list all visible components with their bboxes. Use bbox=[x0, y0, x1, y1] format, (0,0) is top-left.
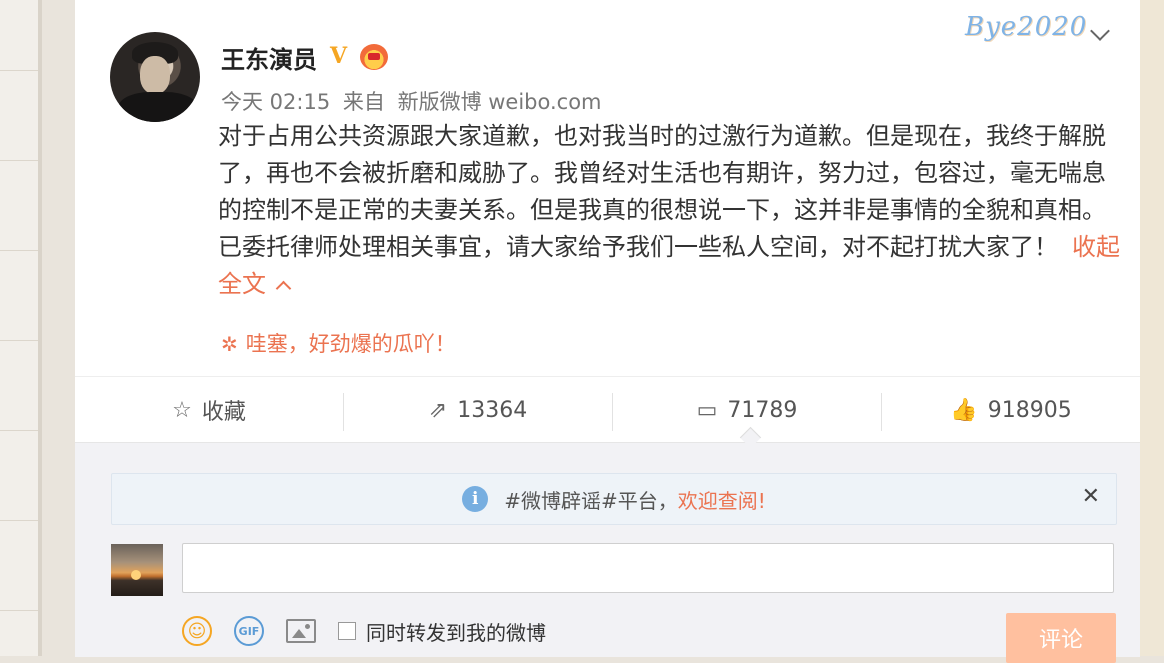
left-margin-strip bbox=[0, 0, 40, 656]
favorite-button[interactable]: ☆ 收藏 bbox=[75, 377, 343, 443]
notice-text: #微博辟谣#平台， bbox=[504, 488, 678, 513]
like-count: 918905 bbox=[987, 397, 1072, 423]
promo-line[interactable]: ✲ 哇塞，好劲爆的瓜吖！ bbox=[221, 328, 456, 358]
post-body: 对于占用公共资源跟大家道歉，也对我当时的过激行为道歉。但是现在，我终于解脱了，再… bbox=[218, 118, 1123, 303]
emoji-icon[interactable]: ☺ bbox=[182, 616, 212, 646]
post-meta: 今天 02:15 来自 新版微博 weibo.com bbox=[221, 86, 608, 116]
favorite-label: 收藏 bbox=[201, 400, 246, 425]
repost-icon: ⇗ bbox=[428, 397, 448, 423]
right-margin-strip bbox=[1140, 0, 1164, 656]
comment-icon: ▭ bbox=[696, 397, 718, 423]
repost-checkbox[interactable] bbox=[338, 622, 356, 640]
close-icon[interactable]: ✕ bbox=[1082, 484, 1100, 509]
rumor-notice-banner: i #微博辟谣#平台， 欢迎查阅! ✕ bbox=[111, 473, 1117, 525]
comment-count: 71789 bbox=[727, 397, 798, 423]
weibo-post-card: 王东演员 V 今天 02:15 来自 新版微博 weibo.com Bye202… bbox=[75, 0, 1140, 663]
current-user-avatar bbox=[111, 544, 163, 596]
thumb-up-icon: 👍 bbox=[950, 397, 978, 423]
source-prefix: 来自 bbox=[342, 90, 385, 114]
like-button[interactable]: 👍 918905 bbox=[882, 377, 1140, 443]
post-source[interactable]: 新版微博 weibo.com bbox=[398, 90, 602, 114]
post-text: 对于占用公共资源跟大家道歉，也对我当时的过激行为道歉。但是现在，我终于解脱了，再… bbox=[218, 122, 1106, 261]
gif-icon[interactable]: GIF bbox=[234, 616, 264, 646]
comment-area: i #微博辟谣#平台， 欢迎查阅! ✕ ☺ GIF 同时转发到我的微博 评论 bbox=[75, 442, 1140, 663]
comment-tools: ☺ GIF 同时转发到我的微博 bbox=[182, 613, 546, 649]
verified-icon: V bbox=[330, 43, 348, 69]
star-icon: ☆ bbox=[172, 397, 192, 423]
chevron-down-icon[interactable] bbox=[1090, 21, 1110, 41]
author-avatar[interactable] bbox=[110, 32, 200, 122]
author-name[interactable]: 王东演员 bbox=[221, 40, 317, 75]
promo-text[interactable]: 哇塞，好劲爆的瓜吖！ bbox=[246, 332, 456, 356]
left-strip-edge bbox=[38, 0, 42, 656]
notice-link[interactable]: 欢迎查阅! bbox=[678, 485, 766, 514]
repost-count: 13364 bbox=[457, 397, 528, 423]
sparkle-icon: ✲ bbox=[221, 332, 238, 356]
action-bar: ☆ 收藏 ⇗ 13364 ▭ 71789 👍 918905 bbox=[75, 376, 1140, 443]
post-time[interactable]: 今天 02:15 bbox=[221, 90, 330, 114]
image-icon[interactable] bbox=[286, 619, 316, 643]
repost-option-label[interactable]: 同时转发到我的微博 bbox=[366, 617, 546, 646]
repost-button[interactable]: ⇗ 13364 bbox=[344, 377, 612, 443]
comment-input[interactable] bbox=[182, 543, 1114, 593]
info-icon: i bbox=[462, 486, 489, 512]
vip-badge-icon bbox=[360, 44, 388, 70]
decoration-sticker: Bye2020 bbox=[965, 12, 1088, 42]
chevron-up-icon[interactable] bbox=[275, 280, 292, 297]
